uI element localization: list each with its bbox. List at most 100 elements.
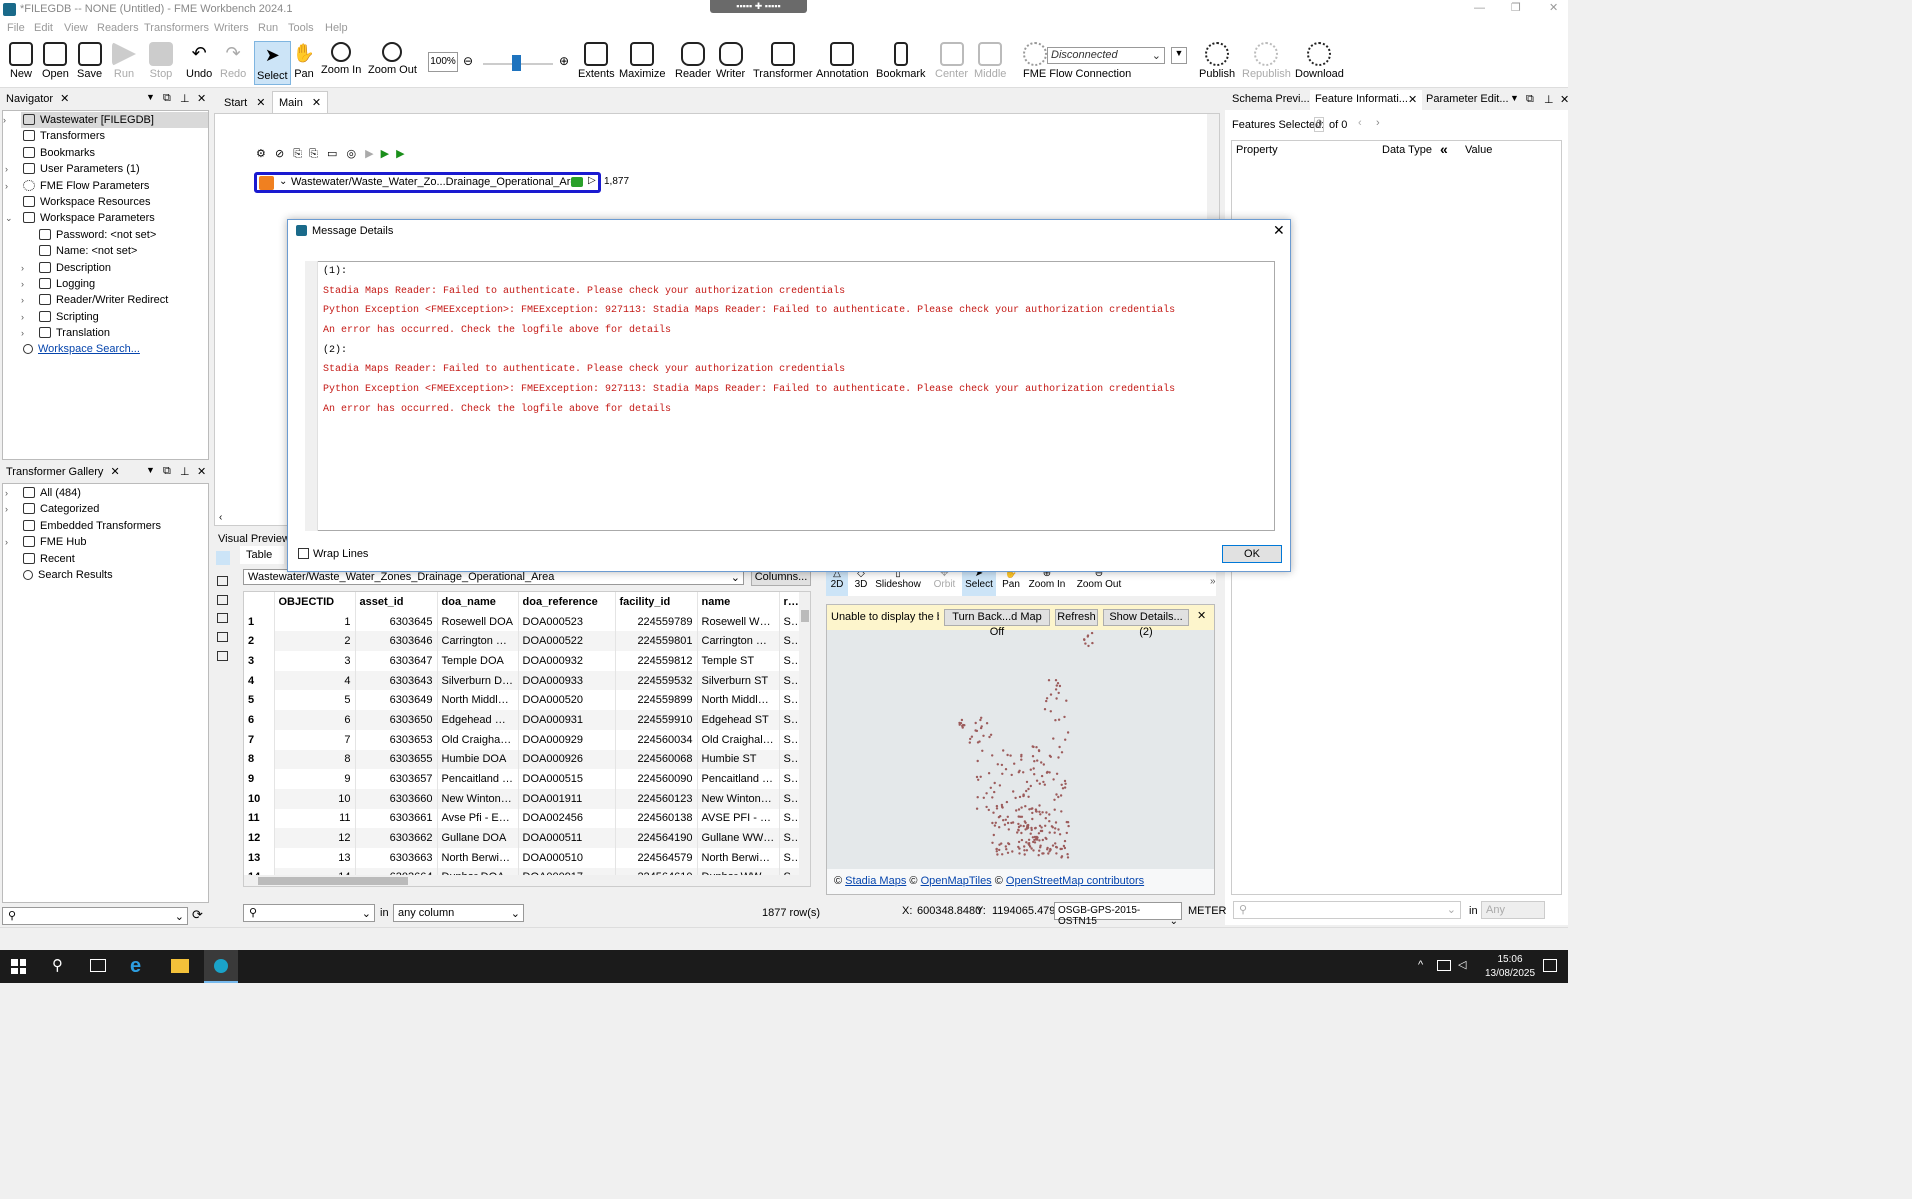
writer-button[interactable]: Writer bbox=[716, 42, 745, 80]
tab-feature-information[interactable]: Feature Informati... ✕ bbox=[1310, 90, 1422, 110]
minimize-icon[interactable]: — bbox=[1474, 2, 1485, 14]
table-cell[interactable]: 6303661 bbox=[355, 808, 438, 829]
camera-icon[interactable] bbox=[217, 651, 228, 661]
clock-date[interactable]: 13/08/2025 bbox=[1481, 968, 1539, 979]
ok-button[interactable]: OK bbox=[1222, 545, 1282, 563]
close-icon[interactable]: ✕ bbox=[256, 97, 265, 109]
tab-table[interactable]: Table bbox=[240, 546, 284, 564]
table-cell[interactable]: 9 bbox=[274, 769, 356, 789]
close-icon[interactable]: ✕ bbox=[1273, 222, 1285, 239]
more-icon[interactable]: » bbox=[1210, 576, 1216, 587]
workspace-search-link[interactable]: Workspace Search... bbox=[38, 343, 140, 355]
gallery-item-4[interactable]: Recent bbox=[23, 551, 208, 567]
table-cell[interactable]: 6 bbox=[274, 710, 356, 730]
row-number[interactable]: 10 bbox=[244, 788, 275, 809]
column-header[interactable]: doa_name bbox=[437, 592, 519, 612]
table-row[interactable]: 9 9 6303657 Pencaitland DOA DOA000515 2245600… bbox=[244, 769, 800, 789]
info-icon[interactable] bbox=[217, 632, 228, 642]
file-explorer-icon[interactable] bbox=[171, 959, 189, 973]
feature-info-search[interactable]: ⚲ ⌄ bbox=[1233, 901, 1461, 919]
row-number[interactable]: 8 bbox=[244, 749, 275, 770]
column-scope-select[interactable]: any column ⌄ bbox=[393, 904, 524, 922]
inspect-icon[interactable] bbox=[216, 551, 230, 565]
menu-help[interactable]: Help bbox=[325, 22, 348, 34]
tree-item-1[interactable]: Transformers bbox=[23, 128, 208, 144]
table-cell[interactable]: AVSE PFI - EDIN... bbox=[697, 808, 780, 829]
table-cell[interactable]: 6303655 bbox=[355, 749, 438, 770]
gallery-item-1[interactable]: › Categorized bbox=[5, 501, 208, 517]
table-cell[interactable]: STV bbox=[779, 769, 800, 789]
table-vscrollbar[interactable] bbox=[799, 592, 810, 886]
collapse-icon[interactable]: « bbox=[1440, 141, 1448, 157]
table-cell[interactable]: New Winton ST... bbox=[697, 788, 780, 809]
table-cell[interactable]: 224559801 bbox=[615, 631, 698, 652]
tab-schema-preview[interactable]: Schema Previ... bbox=[1232, 93, 1310, 105]
osm-link[interactable]: OpenStreetMap contributors bbox=[1006, 875, 1144, 887]
redo-button[interactable]: ↷ Redo bbox=[220, 42, 246, 80]
close-icon[interactable]: ✕ bbox=[60, 93, 69, 105]
table-cell[interactable]: 6303650 bbox=[355, 710, 438, 730]
table-cell[interactable]: 11 bbox=[274, 808, 356, 829]
table-row[interactable]: 12 12 6303662 Gullane DOA DOA000511 224564190… bbox=[244, 828, 800, 848]
scroll-left-icon[interactable]: ‹ bbox=[219, 512, 222, 523]
table-cell[interactable]: DOA000932 bbox=[518, 651, 616, 671]
gallery-item-3[interactable]: › FME Hub bbox=[5, 534, 208, 550]
row-number[interactable]: 5 bbox=[244, 690, 275, 711]
search-scope-select[interactable]: Any bbox=[1481, 901, 1545, 919]
table-cell[interactable]: DOA000522 bbox=[518, 631, 616, 652]
table-cell[interactable]: Edgehead ST bbox=[697, 710, 780, 730]
table-cell[interactable]: DOA002456 bbox=[518, 808, 616, 829]
pin-icon[interactable]: ⊥ bbox=[180, 92, 190, 105]
gallery-item-5[interactable]: Search Results bbox=[23, 567, 208, 583]
search-icon[interactable]: ⚲ bbox=[52, 956, 63, 974]
table-cell[interactable]: Silverburn ST bbox=[697, 670, 780, 691]
table-cell[interactable]: DOA000510 bbox=[518, 847, 616, 868]
table-cell[interactable]: Rosewell WWTW bbox=[697, 611, 780, 632]
table-row[interactable]: 3 3 6303647 Temple DOA DOA000932 224559812 Tem… bbox=[244, 651, 800, 671]
close-icon[interactable]: ✕ bbox=[312, 97, 321, 109]
table-cell[interactable]: 3 bbox=[274, 651, 356, 671]
tree-item-12[interactable]: › Scripting bbox=[21, 309, 208, 325]
chevron-down-icon[interactable]: ⌄ bbox=[279, 176, 287, 187]
windows-start-icon[interactable] bbox=[11, 959, 26, 974]
gear-icon[interactable]: ⚙ bbox=[256, 148, 266, 160]
tree-item-5[interactable]: Workspace Resources bbox=[23, 194, 208, 210]
duplicate-icon[interactable]: ⎘ bbox=[293, 148, 302, 160]
display-icon[interactable] bbox=[217, 576, 228, 586]
refresh-button[interactable]: Refresh bbox=[1055, 609, 1098, 626]
dropdown-icon[interactable]: ▼ bbox=[1510, 93, 1519, 103]
middle-button[interactable]: Middle bbox=[974, 42, 1006, 80]
table-cell[interactable]: Pencaitland W... bbox=[697, 769, 780, 789]
table-cell[interactable]: Temple ST bbox=[697, 651, 780, 671]
wrap-lines-checkbox[interactable] bbox=[298, 548, 309, 559]
table-cell[interactable]: Pencaitland DOA bbox=[437, 769, 519, 789]
table-cell[interactable]: STV bbox=[779, 847, 800, 868]
preview-eye-icon[interactable] bbox=[571, 177, 583, 187]
table-cell[interactable]: STV bbox=[779, 808, 800, 829]
table-cell[interactable]: North Middleto... bbox=[697, 690, 780, 711]
table-cell[interactable]: 1 bbox=[274, 611, 356, 632]
gallery-item-0[interactable]: › All (484) bbox=[5, 485, 208, 501]
openmaptiles-link[interactable]: OpenMapTiles bbox=[921, 875, 992, 887]
filter-icon[interactable] bbox=[217, 613, 228, 623]
publish-button[interactable]: Publish bbox=[1199, 42, 1235, 80]
table-hscrollbar[interactable] bbox=[244, 875, 799, 886]
table-cell[interactable]: DOA000933 bbox=[518, 670, 616, 691]
center-button[interactable]: Center bbox=[935, 42, 968, 80]
table-row[interactable]: 4 4 6303643 Silverburn DOA DOA000933 22455953… bbox=[244, 670, 800, 691]
table-cell[interactable]: 5 bbox=[274, 690, 356, 711]
table-cell[interactable]: 224564190 bbox=[615, 828, 698, 848]
col-property[interactable]: Property bbox=[1236, 144, 1278, 156]
close-panel-icon[interactable]: ✕ bbox=[197, 465, 206, 478]
tree-item-2[interactable]: Bookmarks bbox=[23, 145, 208, 161]
flow-menu-button[interactable]: ▼ bbox=[1171, 47, 1187, 64]
row-number[interactable]: 12 bbox=[244, 828, 275, 848]
menu-transformers[interactable]: Transformers bbox=[144, 22, 209, 34]
notifications-icon[interactable] bbox=[1543, 959, 1557, 972]
table-cell[interactable]: Silverburn DOA bbox=[437, 670, 519, 691]
table-cell[interactable]: STV bbox=[779, 651, 800, 671]
table-cell[interactable]: STV bbox=[779, 690, 800, 711]
table-cell[interactable]: Old Craighall D... bbox=[437, 729, 519, 750]
column-header[interactable]: asset_id bbox=[355, 592, 438, 612]
flow-status-select[interactable]: Disconnected ⌄ bbox=[1047, 47, 1165, 64]
